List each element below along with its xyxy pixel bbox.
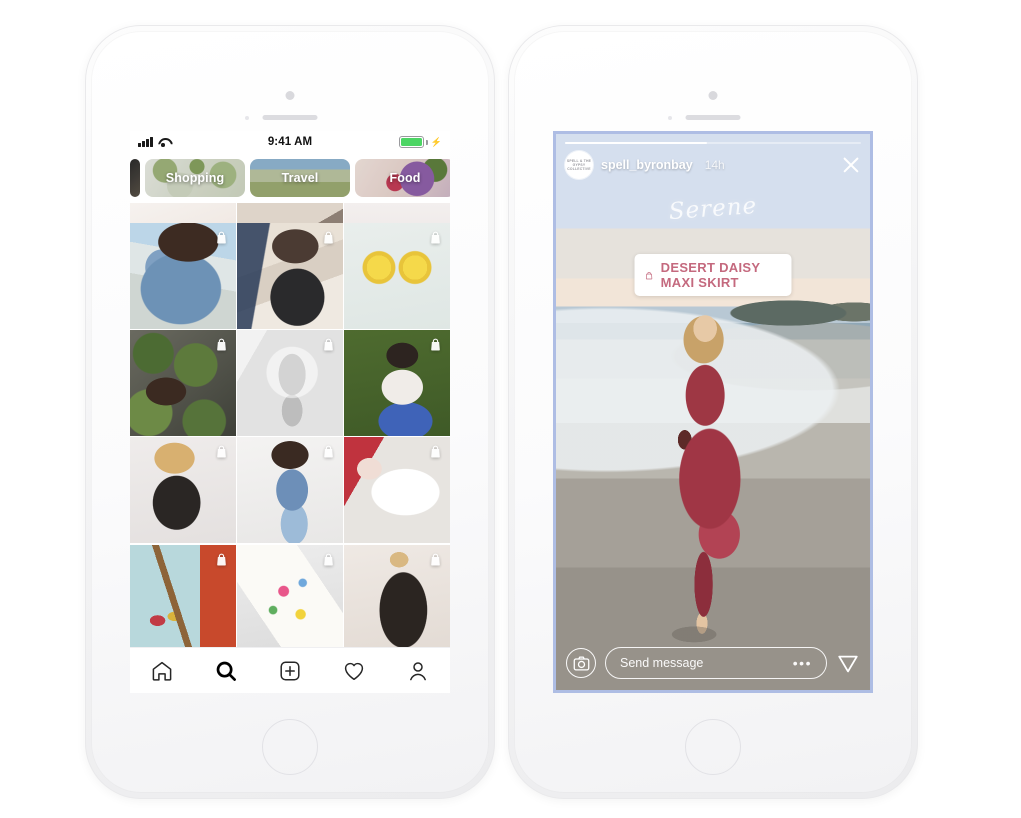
- chip-thumbnail: [130, 159, 140, 197]
- shopping-bag-icon: [324, 338, 333, 351]
- battery-cap: [425, 139, 428, 145]
- tab-search[interactable]: [194, 659, 258, 683]
- bottom-tab-bar[interactable]: [130, 647, 450, 693]
- camera-icon: [573, 655, 589, 671]
- photo-grid-cut-row: [130, 203, 450, 223]
- right-phone-device: SPELL & THE GYPSY COLLECTIVE spell_byron…: [508, 25, 918, 799]
- person-icon: [410, 661, 426, 680]
- product-sticker[interactable]: DESERT DAISY MAXI SKIRT: [634, 254, 792, 296]
- category-chip-food[interactable]: Food: [355, 159, 450, 197]
- category-chip-prev-peek[interactable]: [130, 159, 140, 197]
- camera-button[interactable]: [566, 648, 596, 678]
- category-chip-label: Shopping: [165, 171, 225, 185]
- shopping-bag-icon: [431, 553, 440, 565]
- grid-photo: [237, 203, 343, 223]
- left-phone-screen: 9:41 AM ⚡ Shopping Travel Food: [130, 131, 450, 693]
- story-username[interactable]: spell_byronbay: [601, 158, 693, 172]
- grid-photo: [344, 203, 450, 223]
- proximity-sensor-icon: [668, 116, 672, 120]
- category-chip-travel[interactable]: Travel: [250, 159, 350, 197]
- grid-cell-cut-1[interactable]: [130, 203, 236, 223]
- screenshot-stage: 9:41 AM ⚡ Shopping Travel Food SPELL & T…: [0, 0, 1021, 818]
- front-camera-icon: [285, 91, 295, 100]
- earpiece-speaker: [262, 115, 318, 120]
- cellular-bars-icon: [138, 137, 153, 147]
- grid-cell-1-1[interactable]: [130, 223, 236, 329]
- product-sticker-label: DESERT DAISY MAXI SKIRT: [660, 260, 761, 290]
- category-chip-shopping[interactable]: Shopping: [145, 159, 245, 197]
- category-chip-label: Food: [389, 171, 421, 185]
- battery-icon: [398, 136, 424, 148]
- send-message-input[interactable]: Send message •••: [605, 647, 827, 679]
- left-phone-device: 9:41 AM ⚡ Shopping Travel Food: [85, 25, 495, 799]
- shopping-bag-icon: [324, 553, 333, 565]
- shopping-bag-icon: [431, 231, 440, 244]
- home-button[interactable]: [685, 719, 741, 775]
- grid-cell-3-3[interactable]: [344, 437, 450, 544]
- tab-profile[interactable]: [386, 659, 450, 683]
- grid-cell-3-1[interactable]: [130, 437, 236, 544]
- shopping-bag-icon: [216, 553, 226, 565]
- tab-activity[interactable]: [322, 659, 386, 683]
- tab-create[interactable]: [258, 659, 322, 683]
- status-bar-right: ⚡: [398, 136, 442, 148]
- shopping-bag-icon: [216, 231, 226, 244]
- grid-rows: [130, 223, 450, 651]
- shopping-bag-icon: [431, 338, 440, 351]
- home-button[interactable]: [262, 719, 318, 775]
- right-phone-screen: SPELL & THE GYPSY COLLECTIVE spell_byron…: [553, 131, 873, 693]
- grid-row: [130, 203, 450, 223]
- plus-square-icon: [280, 660, 300, 681]
- avatar[interactable]: SPELL & THE GYPSY COLLECTIVE: [565, 151, 593, 179]
- shopping-bag-icon: [216, 445, 226, 458]
- story-footer: Send message •••: [566, 646, 860, 680]
- story-progress-bar: [565, 142, 861, 144]
- grid-cell-2-1[interactable]: [130, 330, 236, 436]
- wifi-icon: [157, 137, 170, 147]
- grid-cell-3-2[interactable]: [237, 437, 343, 544]
- story-viewer[interactable]: SPELL & THE GYPSY COLLECTIVE spell_byron…: [553, 131, 873, 693]
- story-header: SPELL & THE GYPSY COLLECTIVE spell_byron…: [565, 150, 861, 180]
- photo-grid: [130, 223, 450, 651]
- search-icon: [216, 661, 236, 681]
- heart-icon: [344, 662, 364, 680]
- shopping-bag-icon: [431, 445, 440, 458]
- grid-cell-1-3[interactable]: [344, 223, 450, 329]
- grid-cell-4-1[interactable]: [130, 544, 236, 651]
- grid-cell-1-2[interactable]: [237, 223, 343, 329]
- shopping-bag-icon: [645, 271, 653, 279]
- send-message-placeholder: Send message: [620, 656, 704, 670]
- grid-cell-cut-2[interactable]: [237, 203, 343, 223]
- grid-photo: [130, 203, 236, 223]
- earpiece-speaker: [685, 115, 741, 120]
- close-icon[interactable]: [841, 155, 861, 175]
- story-timestamp: 14h: [704, 158, 725, 172]
- lightning-bolt-icon: ⚡: [430, 136, 442, 147]
- status-bar-left: [138, 137, 170, 147]
- proximity-sensor-icon: [245, 116, 249, 120]
- grid-cell-2-2[interactable]: [237, 330, 343, 436]
- status-bar-time: 9:41 AM: [267, 136, 313, 148]
- tab-home[interactable]: [130, 659, 194, 683]
- grid-cell-cut-3[interactable]: [344, 203, 450, 223]
- home-icon: [152, 661, 172, 681]
- category-chip-row[interactable]: Shopping Travel Food: [130, 153, 450, 203]
- avatar-logo-text: SPELL & THE GYPSY COLLECTIVE: [566, 158, 592, 172]
- front-camera-icon: [708, 91, 718, 100]
- shopping-bag-icon: [324, 231, 333, 244]
- grid-cell-2-3[interactable]: [344, 330, 450, 436]
- category-chip-label: Travel: [281, 171, 319, 185]
- shopping-bag-icon: [216, 338, 226, 351]
- grid-cell-4-3[interactable]: [344, 544, 450, 651]
- grid-cell-4-2[interactable]: [237, 544, 343, 651]
- shopping-bag-icon: [324, 445, 333, 458]
- paper-plane-icon[interactable]: [836, 651, 860, 675]
- status-bar: 9:41 AM ⚡: [130, 131, 450, 153]
